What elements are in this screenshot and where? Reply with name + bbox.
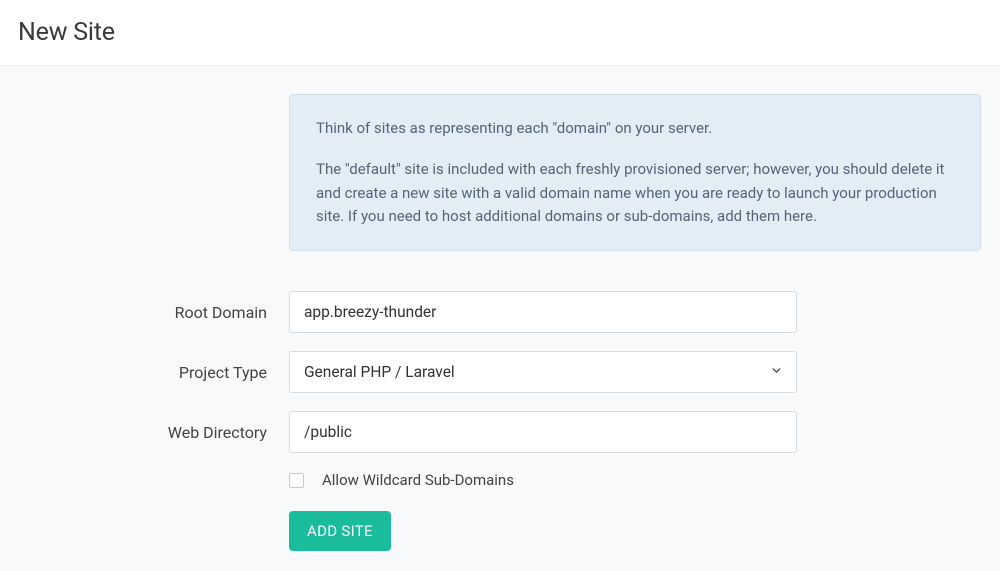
project-type-control: General PHP / Laravel	[289, 351, 797, 393]
add-site-button[interactable]: ADD SITE	[289, 511, 391, 551]
project-type-row: Project Type General PHP / Laravel	[14, 351, 986, 393]
info-panel: Think of sites as representing each "dom…	[289, 94, 981, 251]
wildcard-row: Allow Wildcard Sub-Domains	[289, 471, 986, 489]
web-directory-input[interactable]	[289, 411, 797, 453]
page-title: New Site	[18, 18, 982, 47]
wildcard-label: Allow Wildcard Sub-Domains	[322, 471, 514, 489]
root-domain-label: Root Domain	[14, 303, 289, 322]
submit-row: ADD SITE	[289, 511, 986, 551]
project-type-select[interactable]: General PHP / Laravel	[289, 351, 797, 393]
web-directory-control	[289, 411, 797, 453]
wildcard-checkbox[interactable]	[289, 473, 304, 488]
page-body: Think of sites as representing each "dom…	[0, 66, 1000, 571]
info-paragraph-1: Think of sites as representing each "dom…	[316, 117, 954, 140]
web-directory-row: Web Directory	[14, 411, 986, 453]
new-site-form: Root Domain Project Type General PHP / L…	[14, 291, 986, 551]
info-paragraph-2: The "default" site is included with each…	[316, 158, 954, 228]
page-header: New Site	[0, 0, 1000, 66]
web-directory-label: Web Directory	[14, 423, 289, 442]
root-domain-control	[289, 291, 797, 333]
root-domain-input[interactable]	[289, 291, 797, 333]
root-domain-row: Root Domain	[14, 291, 986, 333]
project-type-label: Project Type	[14, 363, 289, 382]
page: New Site Think of sites as representing …	[0, 0, 1000, 545]
